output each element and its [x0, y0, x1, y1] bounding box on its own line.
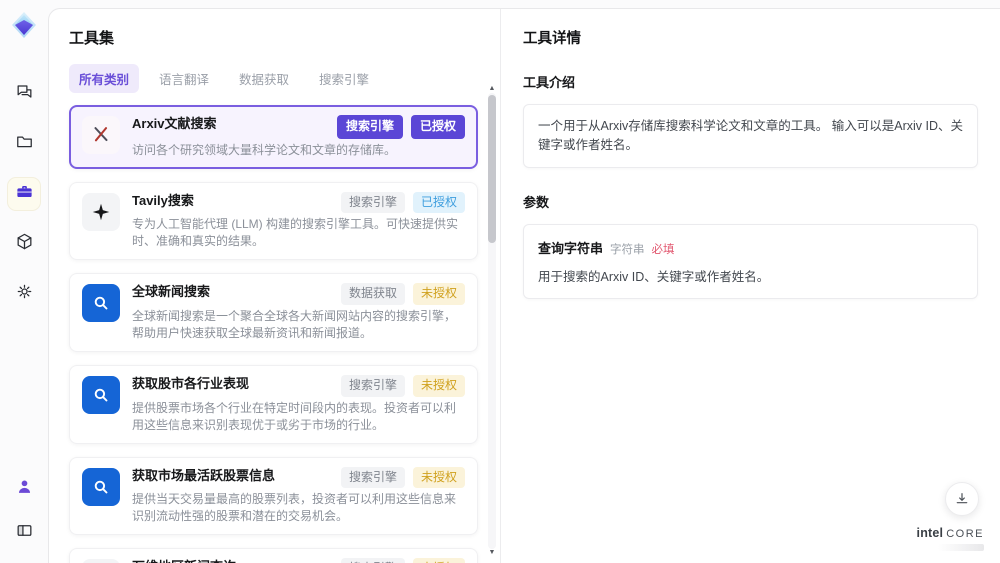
- category-badge: 搜索引擎: [340, 191, 405, 214]
- sidebar-item-settings[interactable]: [8, 278, 40, 310]
- tool-name: Arxiv文献搜索: [132, 116, 217, 131]
- tool-list-item[interactable]: 获取股市各行业表现 搜索引擎 未授权 提供股票市场各个行业在特定时间段内的表现。…: [69, 364, 478, 444]
- tool-list-item[interactable]: 全球新闻搜索 数据获取 未授权 全球新闻搜索是一个聚合全球各大新闻网站内容的搜索…: [69, 273, 478, 352]
- sidebar-item-toolbox[interactable]: [8, 178, 40, 210]
- tool-list-item[interactable]: Arxiv文献搜索 搜索引擎 已授权 访问各个研究领域大量科学论文和文章的存储库…: [69, 105, 478, 169]
- tool-name: 获取股市各行业表现: [132, 375, 250, 391]
- panel-icon: [15, 521, 34, 545]
- tool-list: Arxiv文献搜索 搜索引擎 已授权 访问各个研究领域大量科学论文和文章的存储库…: [69, 105, 478, 563]
- status-badge: 已授权: [410, 115, 465, 139]
- app-sidebar: [0, 0, 48, 563]
- sidebar-item-chat[interactable]: [8, 78, 40, 110]
- chat-icon: [15, 82, 34, 106]
- category-badge: 搜索引擎: [340, 466, 405, 489]
- intro-section-title: 工具介绍: [523, 75, 576, 90]
- tool-name: 获取市场最活跃股票信息: [132, 467, 276, 483]
- brand-core: core: [946, 528, 984, 541]
- arxiv-icon: [82, 116, 120, 154]
- param-description: 用于搜索的Arxiv ID、关键字或作者姓名。: [538, 269, 770, 284]
- tool-detail-pane: 工具详情 工具介绍 一个用于从Arxiv存储库搜索科学论文和文章的工具。 输入可…: [501, 9, 1000, 563]
- main-panel: 工具集 所有类别 语言翻译 数据获取 搜索引擎 Arxiv文献搜索 搜索引擎 已授权 …: [48, 8, 1000, 563]
- scroll-up-icon[interactable]: ▲: [488, 85, 496, 93]
- tool-description: 全球新闻搜索是一个聚合全球各大新闻网站内容的搜索引擎，帮助用户快速获取全球最新资…: [132, 308, 457, 340]
- folder-icon: [15, 132, 34, 156]
- tool-description: 提供当天交易量最高的股票列表，投资者可以利用这些信息来识别流动性强的股票和潜在的…: [132, 492, 457, 524]
- news-search-icon: [82, 467, 120, 506]
- tool-description: 专为人工智能代理 (LLM) 构建的搜索引擎工具。可快速提供实时、准确和真实的结…: [132, 217, 459, 249]
- tool-name: 万维地区新闻查询: [132, 558, 236, 563]
- building-icon: [82, 559, 120, 563]
- category-tabs: 所有类别 语言翻译 数据获取 搜索引擎: [69, 64, 478, 93]
- status-badge: 未授权: [412, 374, 465, 397]
- tool-description: 提供股票市场各个行业在特定时间段内的表现。投资者可以利用这些信息来识别表现优于或…: [132, 400, 457, 432]
- tab-1[interactable]: 语言翻译: [149, 64, 219, 93]
- brand-sub-mark: [938, 544, 984, 551]
- param-header: 查询字符串 字符串 必填: [538, 238, 963, 257]
- scrollbar-thumb[interactable]: [488, 95, 496, 243]
- news-search-icon: [82, 375, 120, 414]
- category-badge: 搜索引擎: [340, 374, 405, 397]
- sidebar-item-panel-toggle[interactable]: [8, 517, 40, 549]
- tab-3[interactable]: 搜索引擎: [309, 64, 379, 93]
- list-scrollbar[interactable]: ▲ ▼: [487, 85, 497, 557]
- detail-title: 工具详情: [523, 31, 581, 47]
- sidebar-item-account[interactable]: [8, 473, 40, 505]
- tool-list-pane: 工具集 所有类别 语言翻译 数据获取 搜索引擎 Arxiv文献搜索 搜索引擎 已授权 …: [49, 9, 501, 563]
- tool-description: 访问各个研究领域大量科学论文和文章的存储库。: [132, 142, 397, 157]
- status-badge: 未授权: [412, 558, 465, 563]
- category-badge: 搜索引擎: [336, 115, 403, 139]
- params-section-title: 参数: [523, 194, 550, 210]
- gear-icon: [15, 282, 34, 306]
- sidebar-nav: [8, 78, 40, 473]
- sidebar-item-folder[interactable]: [8, 128, 40, 160]
- scroll-down-icon[interactable]: ▼: [488, 549, 496, 557]
- tool-list-item[interactable]: 万维地区新闻查询 搜索引擎 未授权 查询具体行政区划内的新闻，快速了解各地新闻动: [69, 548, 478, 563]
- intel-core-logo: intel core: [917, 524, 984, 551]
- download-button[interactable]: [945, 482, 979, 516]
- app-logo-icon: [9, 10, 39, 40]
- download-icon: [956, 493, 968, 504]
- cube-icon: [15, 232, 34, 256]
- param-type: 字符串: [610, 243, 645, 256]
- tool-name: 全球新闻搜索: [132, 284, 211, 300]
- status-badge: 未授权: [412, 283, 465, 305]
- news-search-icon: [82, 284, 120, 323]
- sparkle-icon: [82, 192, 120, 231]
- tool-list-item[interactable]: 获取市场最活跃股票信息 搜索引擎 未授权 提供当天交易量最高的股票列表，投资者可…: [69, 456, 478, 536]
- param-required-badge: 必填: [651, 243, 675, 256]
- tool-intro-text: 一个用于从Arxiv存储库搜索科学论文和文章的工具。 输入可以是Arxiv ID…: [523, 104, 978, 168]
- brand-intel: intel: [916, 526, 944, 541]
- status-badge: 未授权: [412, 466, 465, 489]
- status-badge: 已授权: [412, 191, 465, 214]
- sidebar-item-models[interactable]: [8, 228, 40, 260]
- param-card: 查询字符串 字符串 必填 用于搜索的Arxiv ID、关键字或作者姓名。: [523, 223, 978, 299]
- category-badge: 搜索引擎: [340, 558, 405, 563]
- toolbox-icon: [15, 182, 34, 206]
- tab-0[interactable]: 所有类别: [69, 64, 140, 93]
- sidebar-bottom: [8, 473, 40, 549]
- page-title: 工具集: [69, 30, 115, 47]
- avatar-icon: [15, 477, 34, 501]
- param-name: 查询字符串: [538, 240, 604, 256]
- tool-name: Tavily搜索: [132, 192, 194, 208]
- tab-2[interactable]: 数据获取: [229, 64, 299, 93]
- tool-list-item[interactable]: Tavily搜索 搜索引擎 已授权 专为人工智能代理 (LLM) 构建的搜索引擎…: [69, 181, 478, 261]
- category-badge: 数据获取: [340, 283, 405, 305]
